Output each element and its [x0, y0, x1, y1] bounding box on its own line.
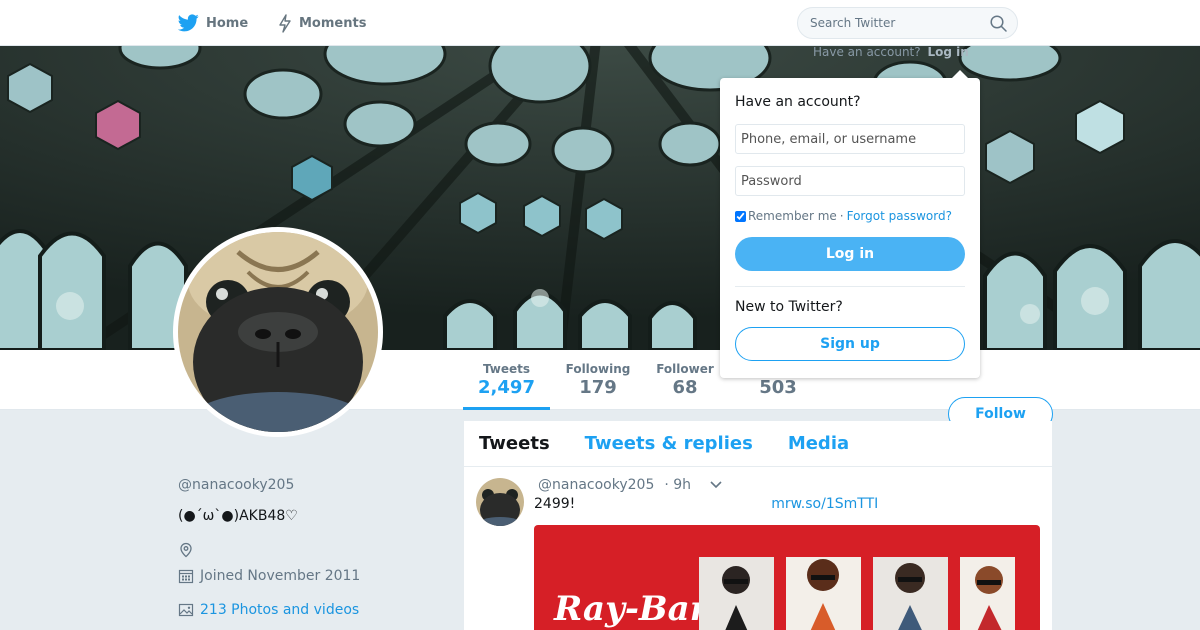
login-prompt-link[interactable]: Log in	[927, 45, 968, 59]
lightning-icon	[278, 13, 292, 33]
search-icon[interactable]	[990, 15, 1007, 36]
location-pin-icon	[178, 542, 196, 558]
stat-tweets[interactable]: Tweets 2,497	[463, 350, 550, 410]
login-dropdown: Have an account? Remember me · Forgot pa…	[720, 70, 980, 378]
signup-button[interactable]: Sign up	[735, 327, 965, 361]
profile-handle[interactable]: @nanacooky205	[178, 477, 448, 493]
stat-tweets-label: Tweets	[482, 362, 531, 376]
login-prompt: Have an account? Log in	[813, 45, 969, 59]
tweet-handle[interactable]: @nanacooky205	[538, 477, 654, 493]
timeline-tabs: Tweets Tweets & replies Media	[464, 421, 1052, 467]
remember-row: Remember me · Forgot password?	[735, 208, 965, 224]
tab-tweets-replies[interactable]: Tweets & replies	[585, 433, 753, 454]
divider	[735, 286, 965, 287]
search-input[interactable]	[810, 16, 980, 30]
stat-followers-value: 68	[672, 377, 698, 398]
tweet-link[interactable]: mrw.so/1SmTTI	[771, 496, 878, 512]
tweet-header: @nanacooky205 · 9h	[538, 475, 1052, 495]
stat-tweets-value: 2,497	[478, 377, 535, 398]
login-button[interactable]: Log in	[735, 237, 965, 271]
tab-media[interactable]: Media	[788, 433, 849, 454]
tweet[interactable]: @nanacooky205 · 9h 2499! mrw.so/1SmTTI Ra…	[464, 467, 1052, 630]
remember-me-checkbox[interactable]	[735, 210, 746, 222]
stat-likes-value: 503	[759, 377, 797, 398]
profile-location	[178, 541, 448, 559]
top-navigation-bar: Home Moments	[0, 0, 1200, 46]
search-box	[797, 7, 1018, 39]
password-input[interactable]	[735, 166, 965, 196]
image-icon	[178, 602, 196, 618]
profile-card: @nanacooky205 (●´ω`●)AKB48♡ Joined Novem…	[178, 448, 448, 618]
chevron-down-icon[interactable]	[710, 481, 722, 489]
timeline: Tweets Tweets & replies Media @nanacooky…	[464, 421, 1052, 630]
dropdown-caret	[952, 70, 968, 78]
nav-moments-label: Moments	[299, 15, 367, 31]
media-brand-text: Ray-Ban	[553, 589, 714, 629]
nav-home-label: Home	[206, 15, 249, 31]
tweet-media-image[interactable]: Ray-Ban	[534, 525, 1040, 630]
tweet-body: 2499!	[534, 496, 576, 512]
stat-followers[interactable]: Follower 68	[650, 350, 720, 410]
login-dropdown-title: Have an account?	[735, 94, 861, 110]
profile-photos-label: 213 Photos and videos	[200, 602, 360, 618]
tweet-timestamp[interactable]: · 9h	[664, 477, 691, 493]
new-to-twitter-label: New to Twitter?	[735, 299, 843, 315]
separator-dot: ·	[839, 209, 844, 223]
tab-tweets[interactable]: Tweets	[479, 433, 550, 454]
stat-following-label: Following	[565, 362, 631, 376]
stat-following-value: 179	[579, 377, 617, 398]
nav-home-link[interactable]: Home	[178, 0, 248, 46]
remember-me-label[interactable]: Remember me	[748, 209, 837, 223]
tweet-text: 2499! mrw.so/1SmTTI	[534, 496, 1052, 512]
nav-moments-link[interactable]: Moments	[278, 0, 366, 46]
profile-joined-text: Joined November 2011	[200, 568, 361, 584]
profile-joined: Joined November 2011	[178, 568, 448, 584]
profile-bio: (●´ω`●)AKB48♡	[178, 508, 298, 524]
calendar-icon	[178, 568, 196, 584]
forgot-password-link[interactable]: Forgot password?	[847, 209, 952, 223]
twitter-bird-icon	[178, 14, 199, 32]
login-prompt-text: Have an account?	[813, 45, 921, 59]
stat-following[interactable]: Following 179	[560, 350, 636, 410]
tweet-avatar[interactable]	[476, 478, 524, 526]
username-input[interactable]	[735, 124, 965, 154]
profile-avatar[interactable]	[173, 227, 383, 437]
stat-followers-label: Follower	[656, 362, 714, 376]
profile-name	[178, 448, 448, 474]
profile-photos-link[interactable]: 213 Photos and videos	[178, 602, 448, 618]
